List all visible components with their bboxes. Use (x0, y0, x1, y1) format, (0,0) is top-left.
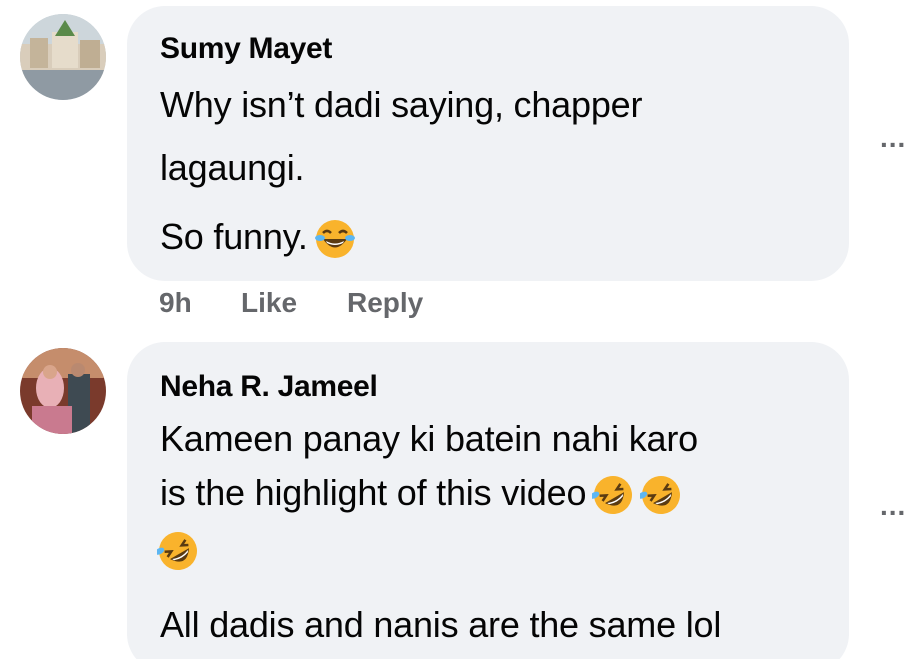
comment-timestamp[interactable]: 9h (159, 287, 192, 319)
comment-text-line: lagaungi. (160, 147, 305, 188)
comment-text: So funny. (160, 216, 308, 257)
comment-sumy-mayet: Sumy Mayet Why isn’t dadi saying, chappe… (0, 0, 923, 330)
comment-bubble[interactable]: Sumy Mayet Why isn’t dadi saying, chappe… (127, 6, 849, 281)
face-with-tears-of-joy-icon (314, 218, 356, 260)
more-options-icon[interactable]: ... (880, 490, 906, 522)
comment-bubble[interactable]: Neha R. Jameel Kameen panay ki batein na… (127, 342, 849, 659)
comment-author[interactable]: Sumy Mayet (160, 32, 332, 66)
rolling-on-the-floor-laughing-icon (157, 530, 199, 572)
comments-thread: Sumy Mayet Why isn’t dadi saying, chappe… (0, 0, 923, 659)
comment-text-line: Why isn’t dadi saying, chapper (160, 84, 643, 125)
like-button[interactable]: Like (241, 287, 297, 319)
reply-button[interactable]: Reply (347, 287, 423, 319)
comment-text-line-3: So funny. (160, 216, 356, 260)
comment-text-line: All dadis and nanis are the same lol (160, 604, 722, 645)
comment-text-line-2: is the highlight of this video (160, 472, 682, 516)
rolling-on-the-floor-laughing-icon (592, 474, 634, 516)
avatar[interactable] (20, 14, 106, 100)
emoji-line (157, 528, 199, 572)
comment-author[interactable]: Neha R. Jameel (160, 370, 378, 404)
comment-text: is the highlight of this video (160, 472, 587, 513)
more-options-icon[interactable]: ... (880, 122, 906, 154)
rolling-on-the-floor-laughing-icon (640, 474, 682, 516)
comment-text-line: Kameen panay ki batein nahi karo (160, 418, 698, 459)
avatar[interactable] (20, 348, 106, 434)
comment-neha-r-jameel: Neha R. Jameel Kameen panay ki batein na… (0, 330, 923, 659)
